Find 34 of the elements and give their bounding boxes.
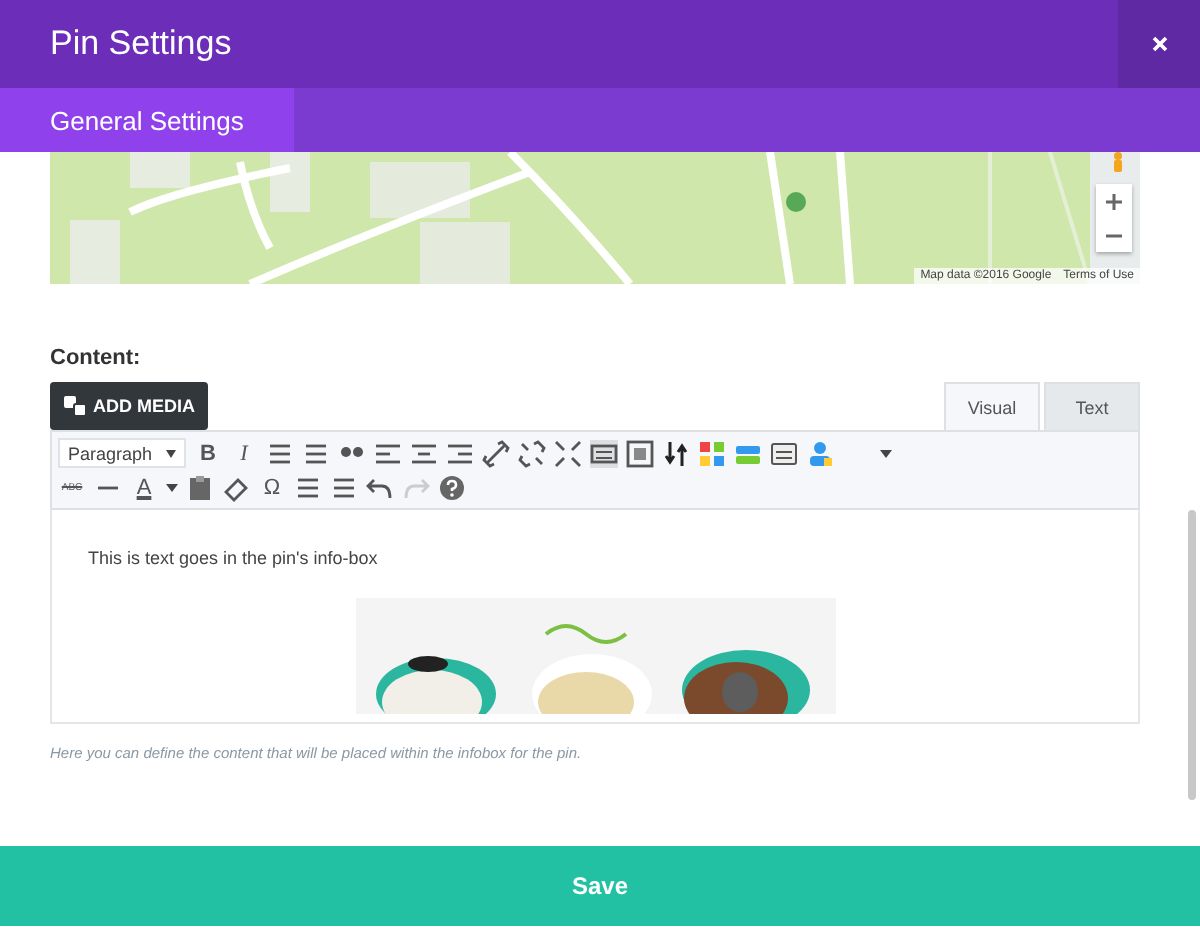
settings-tab[interactable]: General Settings [0, 88, 294, 152]
eraser-icon[interactable] [222, 474, 250, 502]
link-icon[interactable] [482, 439, 510, 467]
editor-text: This is text goes in the pin's info-box [88, 548, 380, 568]
add-media-button[interactable]: ADD MEDIA [50, 382, 208, 430]
caret-icon[interactable] [880, 449, 892, 457]
caret-icon[interactable] [166, 484, 178, 492]
close-icon [1151, 36, 1167, 52]
bold-button[interactable]: B [194, 441, 222, 465]
undo-icon[interactable] [366, 474, 394, 502]
frame-icon[interactable] [626, 439, 654, 467]
scrollbar-thumb[interactable] [1188, 510, 1196, 800]
editor-tab[interactable]: Text [1044, 382, 1140, 430]
zoom-in-icon[interactable] [1106, 193, 1122, 209]
format-dropdown[interactable]: Paragraph [58, 438, 186, 468]
special-character-button[interactable]: Ω [258, 476, 286, 500]
editor-tab[interactable]: Visual [944, 382, 1040, 430]
fullscreen-icon[interactable] [554, 439, 582, 467]
caret-icon [166, 449, 176, 457]
media-icon [63, 396, 85, 416]
help-icon[interactable] [438, 474, 466, 502]
list-box-icon[interactable] [770, 439, 798, 467]
align-left-icon[interactable] [374, 439, 402, 467]
field-label: Content: [50, 346, 143, 370]
unlink-icon[interactable] [518, 439, 546, 467]
window-title: Pin Settings [48, 24, 234, 64]
align-right-icon[interactable] [446, 439, 474, 467]
align-center-icon[interactable] [410, 439, 438, 467]
grid-icon[interactable] [698, 439, 726, 467]
italic-button[interactable]: I [230, 441, 258, 465]
text-color-button[interactable]: A [130, 476, 158, 500]
editor-area[interactable]: This is text goes in the pin's info-box [50, 510, 1140, 724]
sort-icon[interactable] [662, 439, 690, 467]
clipboard-icon[interactable] [186, 474, 214, 502]
